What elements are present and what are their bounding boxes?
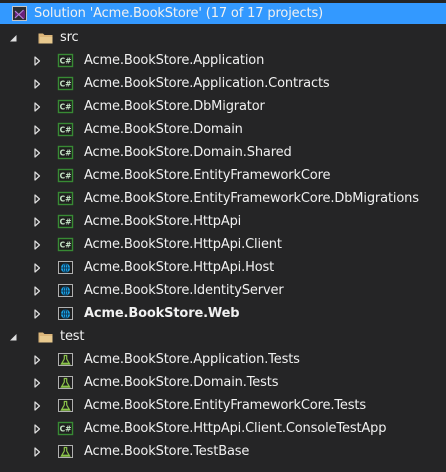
csharp-project-icon: C# (57, 52, 74, 69)
svg-text:C#: C# (60, 172, 72, 181)
tree-item-label: Acme.BookStore.Domain.Tests (84, 375, 279, 390)
project-item[interactable]: C# Acme.BookStore.EntityFrameworkCore.DbM… (0, 187, 446, 210)
tree-item-label: Acme.BookStore.TestBase (84, 444, 250, 459)
tree-item-label: Acme.BookStore.IdentityServer (84, 283, 284, 298)
project-item[interactable]: Acme.BookStore.TestBase (0, 440, 446, 463)
project-item[interactable]: C# Acme.BookStore.HttpApi (0, 210, 446, 233)
csharp-project-icon: C# (57, 213, 74, 230)
project-item[interactable]: Acme.BookStore.IdentityServer (0, 279, 446, 302)
tree-item-label: test (60, 329, 85, 344)
svg-text:C#: C# (60, 149, 72, 158)
collapsed-chevron-icon[interactable] (31, 210, 43, 233)
solution-explorer-tree: Solution 'Acme.BookStore' (17 of 17 proj… (0, 3, 446, 463)
collapsed-chevron-icon[interactable] (31, 72, 43, 95)
web-project-icon (57, 305, 74, 322)
collapsed-chevron-icon[interactable] (31, 302, 43, 325)
web-project-icon (57, 282, 74, 299)
folder-icon (37, 328, 54, 345)
test-project-icon (57, 443, 74, 460)
project-item[interactable]: C# Acme.BookStore.DbMigrator (0, 95, 446, 118)
project-item[interactable]: C# Acme.BookStore.HttpApi.Client (0, 233, 446, 256)
csharp-project-icon: C# (57, 420, 74, 437)
csharp-project-icon: C# (57, 190, 74, 207)
expanded-chevron-icon[interactable] (7, 325, 19, 348)
project-item[interactable]: C# Acme.BookStore.Domain (0, 118, 446, 141)
test-project-icon (57, 374, 74, 391)
project-item[interactable]: Acme.BookStore.Web (0, 302, 446, 325)
collapsed-chevron-icon[interactable] (31, 141, 43, 164)
collapsed-chevron-icon[interactable] (31, 417, 43, 440)
project-item[interactable]: C# Acme.BookStore.EntityFrameworkCore (0, 164, 446, 187)
tree-item-label: Acme.BookStore.Domain (84, 122, 243, 137)
project-item[interactable]: Acme.BookStore.HttpApi.Host (0, 256, 446, 279)
project-item[interactable]: C# Acme.BookStore.Application.Contracts (0, 72, 446, 95)
tree-item-label: Acme.BookStore.Web (84, 306, 240, 321)
test-project-icon (57, 351, 74, 368)
tree-item-label: Acme.BookStore.HttpApi (84, 214, 242, 229)
svg-text:C#: C# (60, 80, 72, 89)
tree-item-label: Acme.BookStore.EntityFrameworkCore.Tests (84, 398, 366, 413)
collapsed-chevron-icon[interactable] (31, 440, 43, 463)
folder-icon (37, 29, 54, 46)
tree-item-label: src (60, 30, 79, 45)
collapsed-chevron-icon[interactable] (31, 95, 43, 118)
tree-item-label: Acme.BookStore.EntityFrameworkCore (84, 168, 331, 183)
project-item[interactable]: Acme.BookStore.Domain.Tests (0, 371, 446, 394)
tree-item-label: Acme.BookStore.Application.Tests (84, 352, 300, 367)
svg-text:C#: C# (60, 241, 72, 250)
collapsed-chevron-icon[interactable] (31, 394, 43, 417)
csharp-project-icon: C# (57, 98, 74, 115)
collapsed-chevron-icon[interactable] (31, 371, 43, 394)
tree-item-label: Acme.BookStore.Domain.Shared (84, 145, 292, 160)
folder-item-src[interactable]: src (0, 26, 446, 49)
svg-text:C#: C# (60, 57, 72, 66)
solution-root-item[interactable]: Solution 'Acme.BookStore' (17 of 17 proj… (0, 3, 446, 24)
web-project-icon (57, 259, 74, 276)
tree-item-label: Acme.BookStore.HttpApi.Client.ConsoleTes… (84, 421, 387, 436)
tree-item-label: Acme.BookStore.Application.Contracts (84, 76, 330, 91)
project-item[interactable]: C# Acme.BookStore.Domain.Shared (0, 141, 446, 164)
collapsed-chevron-icon[interactable] (31, 187, 43, 210)
project-item[interactable]: Acme.BookStore.EntityFrameworkCore.Tests (0, 394, 446, 417)
csharp-project-icon: C# (57, 167, 74, 184)
tree-item-label: Acme.BookStore.DbMigrator (84, 99, 265, 114)
svg-text:C#: C# (60, 425, 72, 434)
collapsed-chevron-icon[interactable] (31, 233, 43, 256)
csharp-project-icon: C# (57, 236, 74, 253)
project-item[interactable]: Acme.BookStore.Application.Tests (0, 348, 446, 371)
svg-text:C#: C# (60, 218, 72, 227)
tree-item-label: Acme.BookStore.Application (84, 53, 265, 68)
collapsed-chevron-icon[interactable] (31, 256, 43, 279)
collapsed-chevron-icon[interactable] (31, 279, 43, 302)
collapsed-chevron-icon[interactable] (31, 164, 43, 187)
collapsed-chevron-icon[interactable] (31, 118, 43, 141)
project-item[interactable]: C# Acme.BookStore.HttpApi.Client.ConsoleT… (0, 417, 446, 440)
tree-item-label: Acme.BookStore.EntityFrameworkCore.DbMig… (84, 191, 419, 206)
collapsed-chevron-icon[interactable] (31, 49, 43, 72)
tree-item-label: Acme.BookStore.HttpApi.Host (84, 260, 275, 275)
test-project-icon (57, 397, 74, 414)
folder-item-test[interactable]: test (0, 325, 446, 348)
csharp-project-icon: C# (57, 75, 74, 92)
visual-studio-solution-icon (11, 5, 28, 22)
svg-text:C#: C# (60, 103, 72, 112)
svg-text:C#: C# (60, 195, 72, 204)
collapsed-chevron-icon[interactable] (31, 348, 43, 371)
tree-item-label: Solution 'Acme.BookStore' (17 of 17 proj… (34, 6, 323, 21)
project-item[interactable]: C# Acme.BookStore.Application (0, 49, 446, 72)
csharp-project-icon: C# (57, 144, 74, 161)
svg-text:C#: C# (60, 126, 72, 135)
expanded-chevron-icon[interactable] (7, 26, 19, 49)
csharp-project-icon: C# (57, 121, 74, 138)
tree-item-label: Acme.BookStore.HttpApi.Client (84, 237, 282, 252)
